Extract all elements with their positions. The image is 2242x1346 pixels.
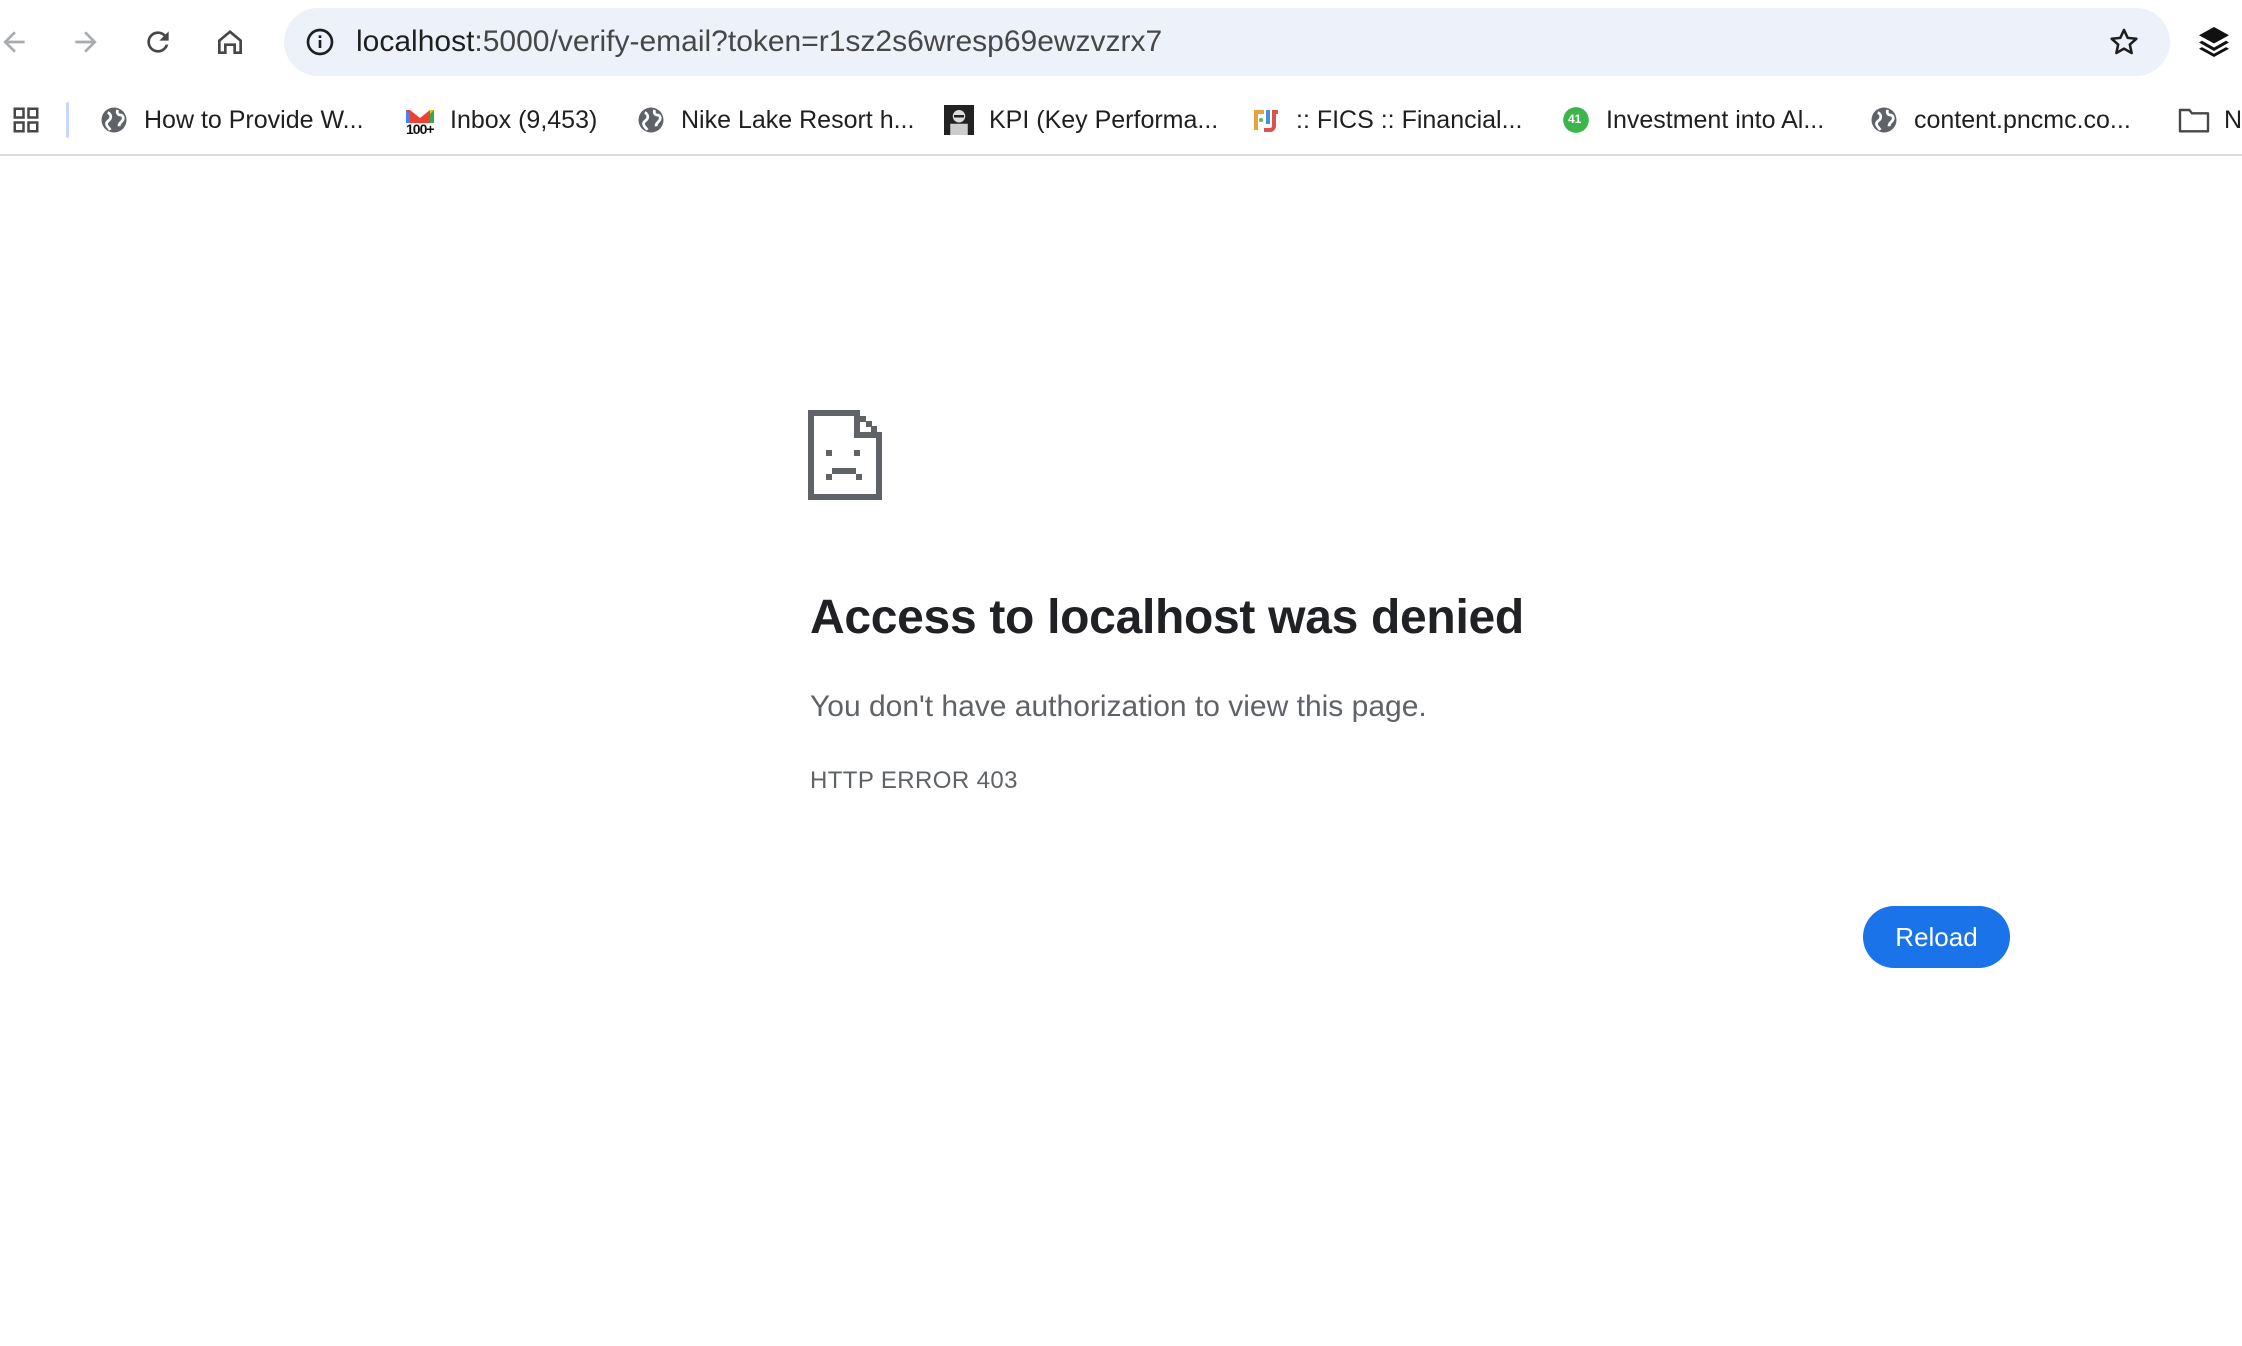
back-arrow-icon xyxy=(3,31,25,53)
url-path: :5000/verify-email?token=r1sz2s6wresp69e… xyxy=(474,25,1163,58)
apps-button[interactable] xyxy=(4,98,48,142)
bookmark-folder[interactable]: N xyxy=(2178,94,2242,146)
home-icon xyxy=(218,30,242,54)
bookmark-label: content.pncmc.co... xyxy=(1914,105,2131,134)
globe-icon xyxy=(98,104,130,136)
bookmark-label: How to Provide W... xyxy=(144,105,364,134)
layers-icon xyxy=(2199,27,2229,57)
error-title: Access to localhost was denied xyxy=(810,591,1524,644)
bookmark-item[interactable]: content.pncmc.co... xyxy=(1868,94,2131,146)
globe-icon xyxy=(635,104,667,136)
reload-button[interactable]: Reload xyxy=(1863,906,2010,968)
bookmarks-bar: How to Provide W... 100+ Inbox (9,453) N… xyxy=(0,84,2242,156)
green-badge-icon: 41 xyxy=(1560,104,1592,136)
forward-button[interactable] xyxy=(58,14,114,70)
site-info-button[interactable] xyxy=(298,20,342,64)
fics-logo-icon xyxy=(1250,104,1282,136)
home-button[interactable] xyxy=(202,14,258,70)
error-description: You don't have authorization to view thi… xyxy=(810,690,1427,723)
info-icon xyxy=(306,28,334,56)
error-code: HTTP ERROR 403 xyxy=(810,767,1018,794)
bookmark-item[interactable]: 100+ Inbox (9,453) xyxy=(404,94,597,146)
extensions-button[interactable] xyxy=(2196,18,2242,66)
folder-icon xyxy=(2178,104,2210,136)
gmail-icon: 100+ xyxy=(404,104,436,137)
sad-page-icon xyxy=(808,410,882,500)
portrait-icon xyxy=(943,104,975,136)
back-button[interactable] xyxy=(0,14,42,70)
apps-grid-icon xyxy=(13,107,39,133)
gmail-badge: 100+ xyxy=(406,121,435,137)
url-host: localhost xyxy=(356,25,475,58)
bookmark-label: Investment into Al... xyxy=(1606,105,1825,134)
bookmark-item[interactable]: Nike Lake Resort h... xyxy=(635,94,914,146)
bookmark-item[interactable]: KPI (Key Performa... xyxy=(943,94,1218,146)
bookmark-label: :: FICS :: Financial... xyxy=(1296,105,1523,134)
reload-toolbar-button[interactable] xyxy=(130,14,186,70)
reload-icon xyxy=(147,31,169,53)
bookmarks-separator xyxy=(66,102,69,138)
bookmark-star-button[interactable] xyxy=(2104,22,2144,62)
green-badge-count: 41 xyxy=(1568,112,1582,126)
bookmark-label: Inbox (9,453) xyxy=(450,105,598,134)
bookmark-item[interactable]: How to Provide W... xyxy=(98,94,364,146)
bookmark-label: N xyxy=(2224,105,2242,134)
url-text[interactable]: localhost:5000/verify-email?token=r1sz2s… xyxy=(356,8,1162,76)
globe-icon xyxy=(1868,104,1900,136)
bookmark-item[interactable]: :: FICS :: Financial... xyxy=(1250,94,1522,146)
address-bar[interactable]: localhost:5000/verify-email?token=r1sz2s… xyxy=(284,8,2170,76)
bookmark-item[interactable]: 41 Investment into Al... xyxy=(1560,94,1824,146)
bookmark-label: KPI (Key Performa... xyxy=(989,105,1219,134)
bookmark-label: Nike Lake Resort h... xyxy=(681,105,915,134)
star-icon xyxy=(2110,28,2138,55)
forward-arrow-icon xyxy=(75,31,97,53)
browser-toolbar: localhost:5000/verify-email?token=r1sz2s… xyxy=(0,0,2242,84)
